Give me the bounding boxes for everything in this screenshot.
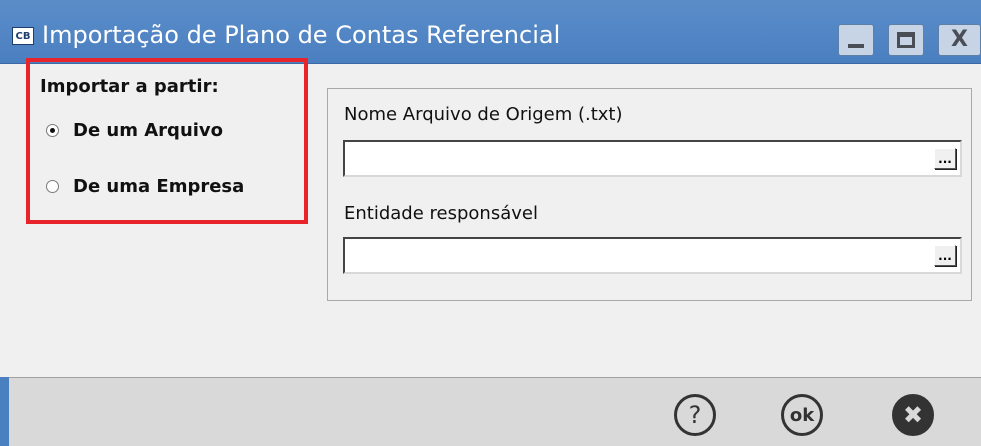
source-file-input[interactable] — [345, 142, 925, 175]
help-icon: ? — [688, 401, 702, 429]
minimize-icon — [848, 44, 864, 48]
close-button[interactable]: X — [938, 24, 981, 56]
ok-icon: ok — [789, 404, 815, 426]
window-title: Importação de Plano de Contas Referencia… — [42, 21, 561, 49]
cancel-icon: ✖ — [902, 401, 924, 429]
maximize-icon — [897, 32, 915, 48]
help-button[interactable]: ? — [674, 394, 716, 436]
title-bar[interactable]: CB Importação de Plano de Contas Referen… — [0, 0, 981, 64]
button-bar — [9, 377, 981, 446]
highlight-box — [26, 58, 308, 224]
close-icon: X — [951, 27, 968, 52]
import-dialog: CB Importação de Plano de Contas Referen… — [0, 0, 981, 446]
source-file-label: Nome Arquivo de Origem (.txt) — [344, 104, 623, 125]
app-icon: CB — [12, 27, 34, 45]
source-file-field[interactable]: ... — [343, 140, 962, 177]
minimize-button[interactable] — [838, 24, 874, 56]
ok-button[interactable]: ok — [781, 394, 823, 436]
maximize-button[interactable] — [888, 24, 924, 56]
entity-label: Entidade responsável — [344, 203, 538, 224]
entity-input[interactable] — [345, 239, 925, 272]
entity-field[interactable]: ... — [343, 237, 962, 274]
source-file-browse-button[interactable]: ... — [934, 148, 956, 169]
cancel-button[interactable]: ✖ — [892, 394, 934, 436]
entity-browse-button[interactable]: ... — [934, 245, 956, 266]
